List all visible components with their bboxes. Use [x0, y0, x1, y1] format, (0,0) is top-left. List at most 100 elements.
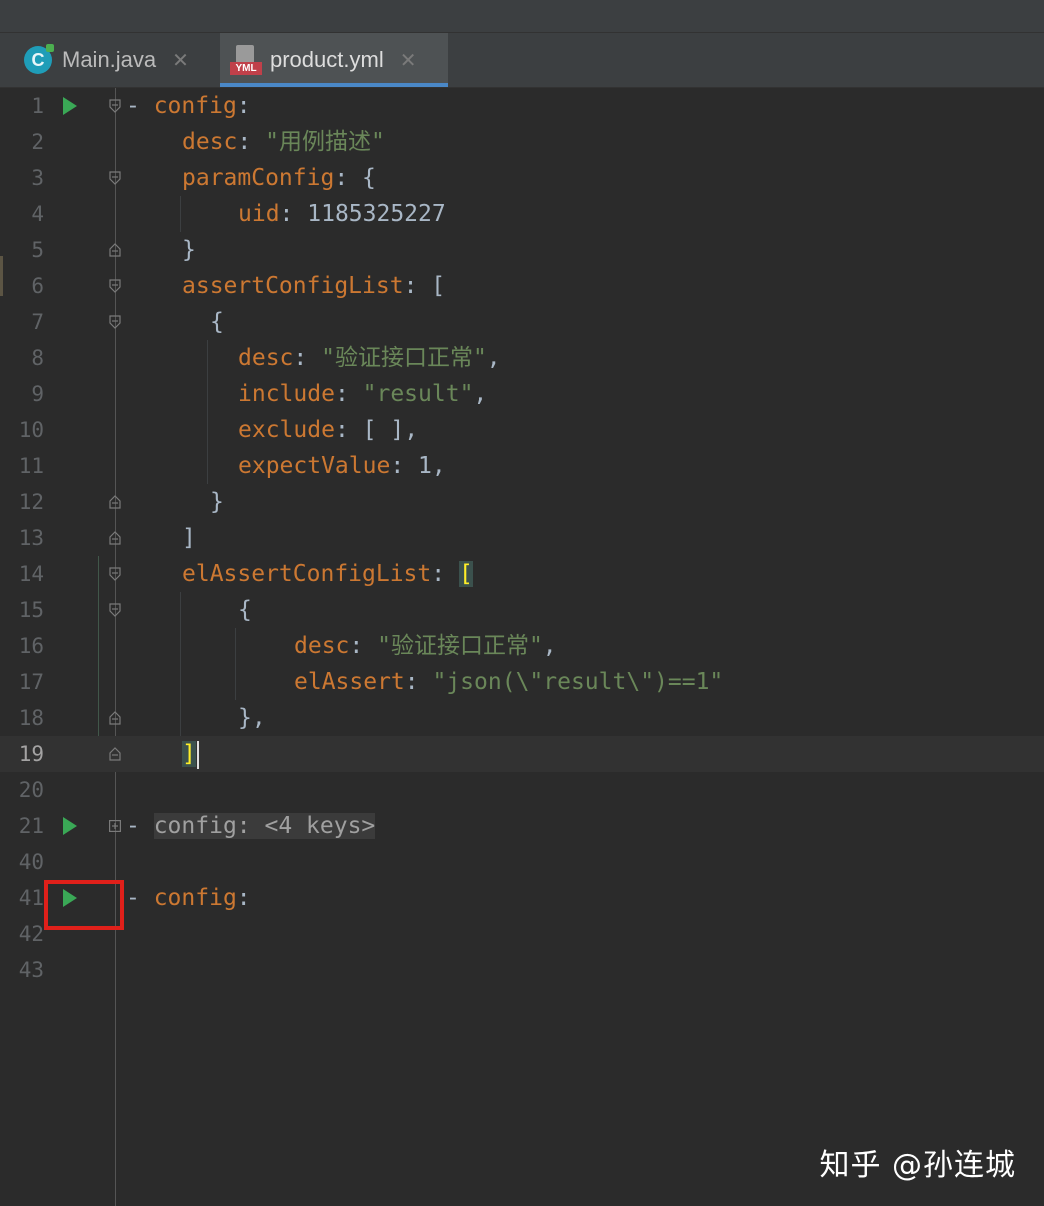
code-line: 6 assertConfigList: [	[0, 268, 1044, 304]
line-number: 41	[18, 886, 44, 910]
fold-open-icon[interactable]	[109, 567, 121, 581]
code-line: 17 elAssert: "json(\"result\")==1"	[0, 664, 1044, 700]
yaml-key: uid	[238, 201, 280, 227]
line-number: 5	[31, 238, 44, 262]
run-icon[interactable]	[63, 817, 77, 835]
line-number: 6	[31, 274, 44, 298]
yaml-key: config	[153, 93, 237, 119]
fold-close-icon[interactable]	[109, 747, 121, 761]
punctuation: ,	[486, 345, 501, 371]
line-number: 43	[18, 958, 44, 982]
fold-open-icon[interactable]	[109, 171, 121, 185]
punctuation: :	[334, 417, 363, 443]
punctuation: :	[404, 669, 433, 695]
code-line: 9 include: "result",	[0, 376, 1044, 412]
yaml-key: desc	[294, 633, 350, 659]
yaml-key: expectValue	[238, 453, 391, 479]
line-number: 4	[31, 202, 44, 226]
punctuation: ,	[473, 381, 488, 407]
punctuation: :	[349, 633, 378, 659]
code-line: 41 - config:	[0, 880, 1044, 916]
code-line: 21 - config: <4 keys>	[0, 808, 1044, 844]
code-editor[interactable]: 1 - config: 2 desc: "用例描述" 3 paramConfig…	[0, 88, 1044, 1206]
punctuation: :	[236, 885, 251, 911]
fold-open-icon[interactable]	[109, 603, 121, 617]
line-number: 12	[18, 490, 44, 514]
bracket: [	[431, 273, 446, 299]
yaml-key: desc	[238, 345, 294, 371]
yaml-key: desc	[182, 129, 238, 155]
fold-expand-icon[interactable]	[109, 819, 121, 833]
number-value: 1	[418, 453, 432, 479]
fold-open-icon[interactable]	[109, 315, 121, 329]
tab-product-yml[interactable]: YML product.yml ✕	[220, 33, 448, 87]
code-line: 4 uid: 1185325227	[0, 196, 1044, 232]
code-line: 18 },	[0, 700, 1044, 736]
line-number: 14	[18, 562, 44, 586]
line-number: 42	[18, 922, 44, 946]
yaml-key: include	[238, 381, 335, 407]
line-number: 7	[31, 310, 44, 334]
tab-label: Main.java	[62, 47, 157, 72]
tab-label: product.yml	[270, 47, 384, 72]
yaml-key: paramConfig	[182, 165, 335, 191]
window-title-bar	[0, 0, 1044, 33]
code-line: 20	[0, 772, 1044, 808]
punctuation: :	[334, 381, 363, 407]
punctuation: :	[334, 165, 363, 191]
code-line-current: 19 ]	[0, 736, 1044, 772]
line-number: 13	[18, 526, 44, 550]
yaml-key: elAssert	[294, 669, 405, 695]
fold-open-icon[interactable]	[109, 99, 121, 113]
code-line: 40	[0, 844, 1044, 880]
collapsed-region[interactable]: config: <4 keys>	[153, 813, 376, 839]
code-line: 42	[0, 916, 1044, 952]
punctuation: ,	[431, 453, 446, 479]
code-line: 10 exclude: [ ],	[0, 412, 1044, 448]
code-line: 43	[0, 952, 1044, 988]
brace: {	[362, 165, 376, 191]
tab-main-java[interactable]: C Main.java ✕	[16, 33, 212, 87]
code-line: 16 desc: "验证接口正常",	[0, 628, 1044, 664]
string-value: "result"	[362, 381, 474, 407]
fold-close-icon[interactable]	[109, 711, 121, 725]
yml-file-icon: YML	[230, 45, 262, 75]
code-line: 3 paramConfig: {	[0, 160, 1044, 196]
punctuation: :	[293, 345, 322, 371]
code-line: 12 }	[0, 484, 1044, 520]
line-number: 9	[31, 382, 44, 406]
line-number: 18	[18, 706, 44, 730]
list-dash: -	[126, 885, 154, 911]
close-icon[interactable]: ✕	[172, 48, 189, 73]
string-value: "验证接口正常"	[377, 633, 543, 659]
code-line: 13 ]	[0, 520, 1044, 556]
code-line: 11 expectValue: 1,	[0, 448, 1044, 484]
run-icon[interactable]	[63, 97, 77, 115]
line-number: 1	[31, 94, 44, 118]
code-line: 5 }	[0, 232, 1044, 268]
matched-bracket: ]	[182, 741, 196, 767]
string-value: "用例描述"	[265, 129, 385, 155]
close-icon[interactable]: ✕	[400, 48, 417, 73]
line-number: 40	[18, 850, 44, 874]
line-number: 3	[31, 166, 44, 190]
code-line: 1 - config:	[0, 88, 1044, 124]
code-line: 14 elAssertConfigList: [	[0, 556, 1044, 592]
punctuation: :	[431, 561, 459, 587]
line-number: 21	[18, 814, 44, 838]
annotation-highlight-box	[44, 880, 124, 930]
brace: }	[210, 489, 224, 515]
code-line: 8 desc: "验证接口正常",	[0, 340, 1044, 376]
line-number: 11	[18, 454, 44, 478]
bracket: ]	[182, 525, 196, 551]
line-number: 2	[31, 130, 44, 154]
fold-open-icon[interactable]	[109, 279, 121, 293]
fold-close-icon[interactable]	[109, 531, 121, 545]
string-value: "json(\"result\")==1"	[432, 669, 724, 695]
fold-close-icon[interactable]	[109, 243, 121, 257]
line-number: 19	[18, 742, 44, 766]
punctuation: :	[237, 129, 266, 155]
fold-close-icon[interactable]	[109, 495, 121, 509]
code-line: 15 {	[0, 592, 1044, 628]
line-number: 16	[18, 634, 44, 658]
